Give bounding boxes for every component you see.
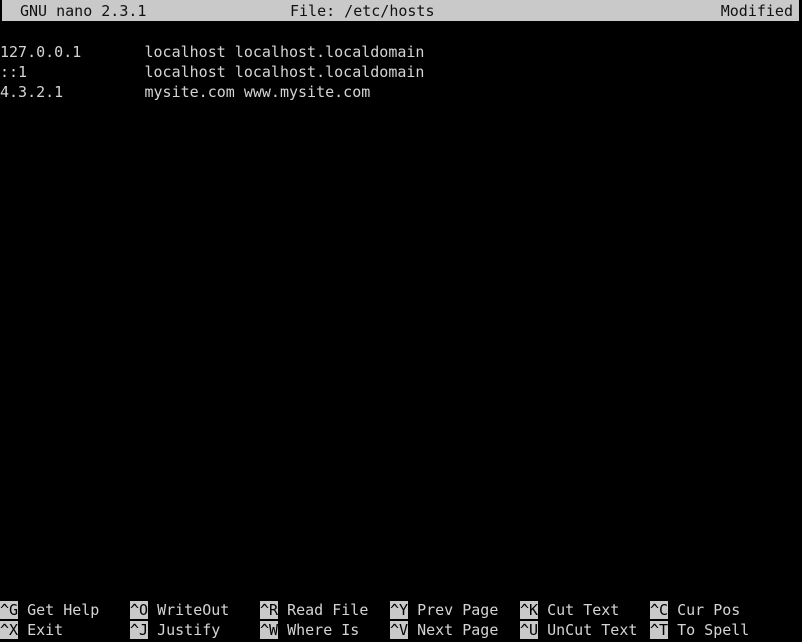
shortcut-cut-text[interactable]: ^K Cut Text bbox=[520, 600, 619, 620]
nano-version-label: GNU nano 2.3.1 bbox=[20, 2, 147, 20]
shortcut-description: Get Help bbox=[18, 601, 100, 619]
editor-line[interactable]: 4.3.2.1 mysite.com www.mysite.com bbox=[0, 82, 802, 102]
shortcut-justify[interactable]: ^J Justify bbox=[130, 620, 220, 640]
shortcut-key-label: ^T bbox=[650, 621, 669, 639]
shortcut-exit[interactable]: ^X Exit bbox=[0, 620, 63, 640]
shortcut-cur-pos[interactable]: ^C Cur Pos bbox=[650, 600, 740, 620]
shortcut-description: Justify bbox=[148, 621, 221, 639]
shortcut-uncut-text[interactable]: ^U UnCut Text bbox=[520, 620, 637, 640]
shortcut-prev-page[interactable]: ^Y Prev Page bbox=[390, 600, 498, 620]
shortcut-next-page[interactable]: ^V Next Page bbox=[390, 620, 498, 640]
shortcut-key-label: ^X bbox=[0, 621, 19, 639]
shortcut-key-label: ^K bbox=[520, 601, 539, 619]
shortcut-key-label: ^Y bbox=[390, 601, 409, 619]
modified-status-label: Modified bbox=[720, 2, 793, 20]
shortcut-row-first: ^G Get Help ^O WriteOut ^R Read File ^Y … bbox=[0, 600, 802, 620]
shortcut-get-help[interactable]: ^G Get Help bbox=[0, 600, 99, 620]
shortcut-to-spell[interactable]: ^T To Spell bbox=[650, 620, 749, 640]
shortcut-key-label: ^C bbox=[650, 601, 669, 619]
shortcut-where-is[interactable]: ^W Where Is bbox=[260, 620, 359, 640]
shortcut-key-label: ^R bbox=[260, 601, 279, 619]
shortcut-key-label: ^J bbox=[130, 621, 149, 639]
shortcut-description: UnCut Text bbox=[538, 621, 638, 639]
terminal-window: GNU nano 2.3.1 File: /etc/hosts Modified… bbox=[0, 0, 802, 642]
shortcut-key-label: ^O bbox=[130, 601, 149, 619]
shortcut-description: Next Page bbox=[408, 621, 499, 639]
shortcut-read-file[interactable]: ^R Read File bbox=[260, 600, 368, 620]
shortcut-key-label: ^G bbox=[0, 601, 19, 619]
shortcut-writeout[interactable]: ^O WriteOut bbox=[130, 600, 229, 620]
shortcut-description: Cut Text bbox=[538, 601, 620, 619]
editor-line[interactable]: ::1 localhost localhost.localdomain bbox=[0, 62, 802, 82]
title-bar-background: GNU nano 2.3.1 File: /etc/hosts Modified bbox=[2, 0, 799, 21]
shortcut-description: Cur Pos bbox=[668, 601, 741, 619]
shortcut-description: Prev Page bbox=[408, 601, 499, 619]
shortcut-description: Exit bbox=[18, 621, 64, 639]
filename-label: File: /etc/hosts bbox=[290, 2, 435, 20]
nano-shortcut-bar: ^G Get Help ^O WriteOut ^R Read File ^Y … bbox=[0, 594, 802, 642]
shortcut-description: WriteOut bbox=[148, 601, 230, 619]
editor-line[interactable]: 127.0.0.1 localhost localhost.localdomai… bbox=[0, 42, 802, 62]
shortcut-key-label: ^V bbox=[390, 621, 409, 639]
shortcut-description: Where Is bbox=[278, 621, 360, 639]
shortcut-key-label: ^W bbox=[260, 621, 279, 639]
nano-title-bar: GNU nano 2.3.1 File: /etc/hosts Modified bbox=[0, 0, 802, 22]
shortcut-row-second: ^X Exit ^J Justify ^W Where Is ^V Next P… bbox=[0, 620, 802, 640]
shortcut-key-label: ^U bbox=[520, 621, 539, 639]
editor-text-area[interactable]: 127.0.0.1 localhost localhost.localdomai… bbox=[0, 22, 802, 594]
shortcut-description: Read File bbox=[278, 601, 369, 619]
shortcut-description: To Spell bbox=[668, 621, 750, 639]
